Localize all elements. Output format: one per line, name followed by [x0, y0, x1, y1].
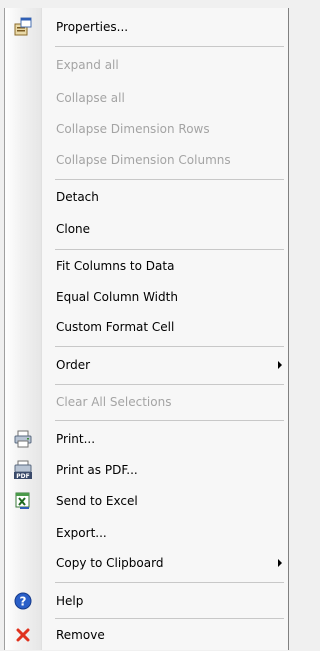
context-menu: Properties... Expand all Collapse all Co… [4, 8, 289, 650]
menu-item-send-to-excel[interactable]: Send to Excel [5, 485, 288, 517]
pdf-badge: PDF [16, 473, 29, 480]
separator [55, 46, 284, 47]
menu-item-fit-columns-to-data[interactable]: Fit Columns to Data [5, 250, 288, 282]
excel-icon [13, 491, 33, 511]
properties-icon [13, 17, 33, 37]
menu-item-remove[interactable]: Remove [5, 619, 288, 651]
separator [55, 582, 284, 583]
help-icon: ? [13, 591, 33, 611]
menu-item-order[interactable]: Order [5, 349, 288, 381]
menu-item-equal-column-width[interactable]: Equal Column Width [5, 281, 288, 313]
menu-item-detach[interactable]: Detach [5, 181, 288, 213]
menu-item-custom-format-cell[interactable]: Custom Format Cell [5, 311, 288, 343]
menu-item-collapse-dimension-rows[interactable]: Collapse Dimension Rows [5, 113, 288, 145]
remove-icon [13, 625, 33, 645]
menu-item-clone[interactable]: Clone [5, 213, 288, 245]
menu-item-print[interactable]: Print... [5, 423, 288, 455]
menu-item-copy-to-clipboard[interactable]: Copy to Clipboard [5, 547, 288, 579]
menu-item-print-as-pdf[interactable]: PDF Print as PDF... [5, 454, 288, 486]
menu-item-collapse-dimension-columns[interactable]: Collapse Dimension Columns [5, 144, 288, 176]
printer-icon [13, 429, 33, 449]
menu-item-properties[interactable]: Properties... [5, 11, 288, 43]
menu-item-export[interactable]: Export... [5, 517, 288, 549]
submenu-arrow-icon [278, 559, 282, 567]
separator [55, 384, 284, 385]
pdf-printer-icon: PDF [13, 460, 33, 480]
submenu-arrow-icon [278, 361, 282, 369]
separator [55, 346, 284, 347]
separator [55, 420, 284, 421]
menu-item-clear-all-selections[interactable]: Clear All Selections [5, 386, 288, 418]
menu-item-expand-all[interactable]: Expand all [5, 49, 288, 81]
separator [55, 179, 284, 180]
menu-item-collapse-all[interactable]: Collapse all [5, 82, 288, 114]
menu-item-help[interactable]: ? Help [5, 585, 288, 617]
svg-text:?: ? [20, 595, 27, 609]
